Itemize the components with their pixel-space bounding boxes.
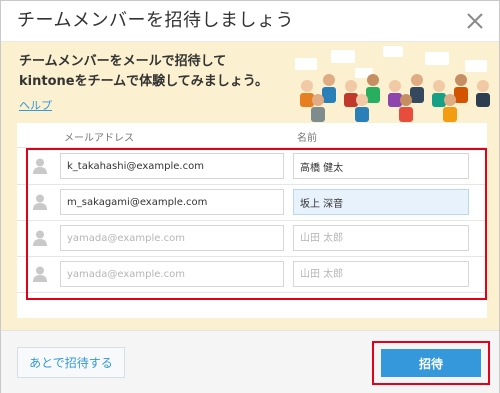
intro-line-1: チームメンバーをメールで招待して [19, 54, 227, 69]
dialog-titlebar: チームメンバーを招待しましょう [1, 1, 499, 42]
name-field[interactable] [293, 189, 469, 215]
close-icon[interactable] [465, 11, 485, 31]
user-avatar-icon [33, 266, 47, 282]
dialog-content: チームメンバーをメールで招待して kintoneをチームで体験してみましょう。 … [1, 42, 499, 330]
invite-dialog: チームメンバーを招待しましょう チームメンバーをメールで招待して kintone… [0, 0, 500, 393]
name-field[interactable] [293, 261, 469, 287]
dialog-title: チームメンバーを招待しましょう [17, 10, 294, 31]
table-row [17, 184, 487, 221]
help-link[interactable]: ヘルプ [19, 97, 52, 113]
dialog-footer: あとで招待する 招待 [1, 330, 499, 393]
table-row [17, 148, 487, 185]
people-crowd-illustration [295, 46, 490, 122]
invite-later-button[interactable]: あとで招待する [17, 347, 125, 378]
user-avatar-icon [33, 194, 47, 210]
name-field[interactable] [293, 153, 469, 179]
header-name: 名前 [297, 133, 317, 144]
email-field[interactable] [60, 261, 284, 287]
user-avatar-icon [33, 230, 47, 246]
name-field[interactable] [293, 225, 469, 251]
table-row [17, 256, 487, 293]
invite-button-highlight: 招待 [372, 341, 490, 385]
email-field[interactable] [60, 189, 284, 215]
intro-line-2: kintoneをチームで体験してみましょう。 [19, 74, 269, 89]
intro-text: チームメンバーをメールで招待して kintoneをチームで体験してみましょう。 [19, 52, 309, 92]
email-field[interactable] [60, 153, 284, 179]
user-avatar-icon [33, 158, 47, 174]
table-row [17, 220, 487, 257]
member-table: メールアドレス 名前 [17, 123, 487, 318]
invite-button[interactable]: 招待 [381, 349, 481, 377]
email-field[interactable] [60, 225, 284, 251]
table-header: メールアドレス 名前 [17, 123, 487, 148]
header-email: メールアドレス [64, 133, 134, 144]
